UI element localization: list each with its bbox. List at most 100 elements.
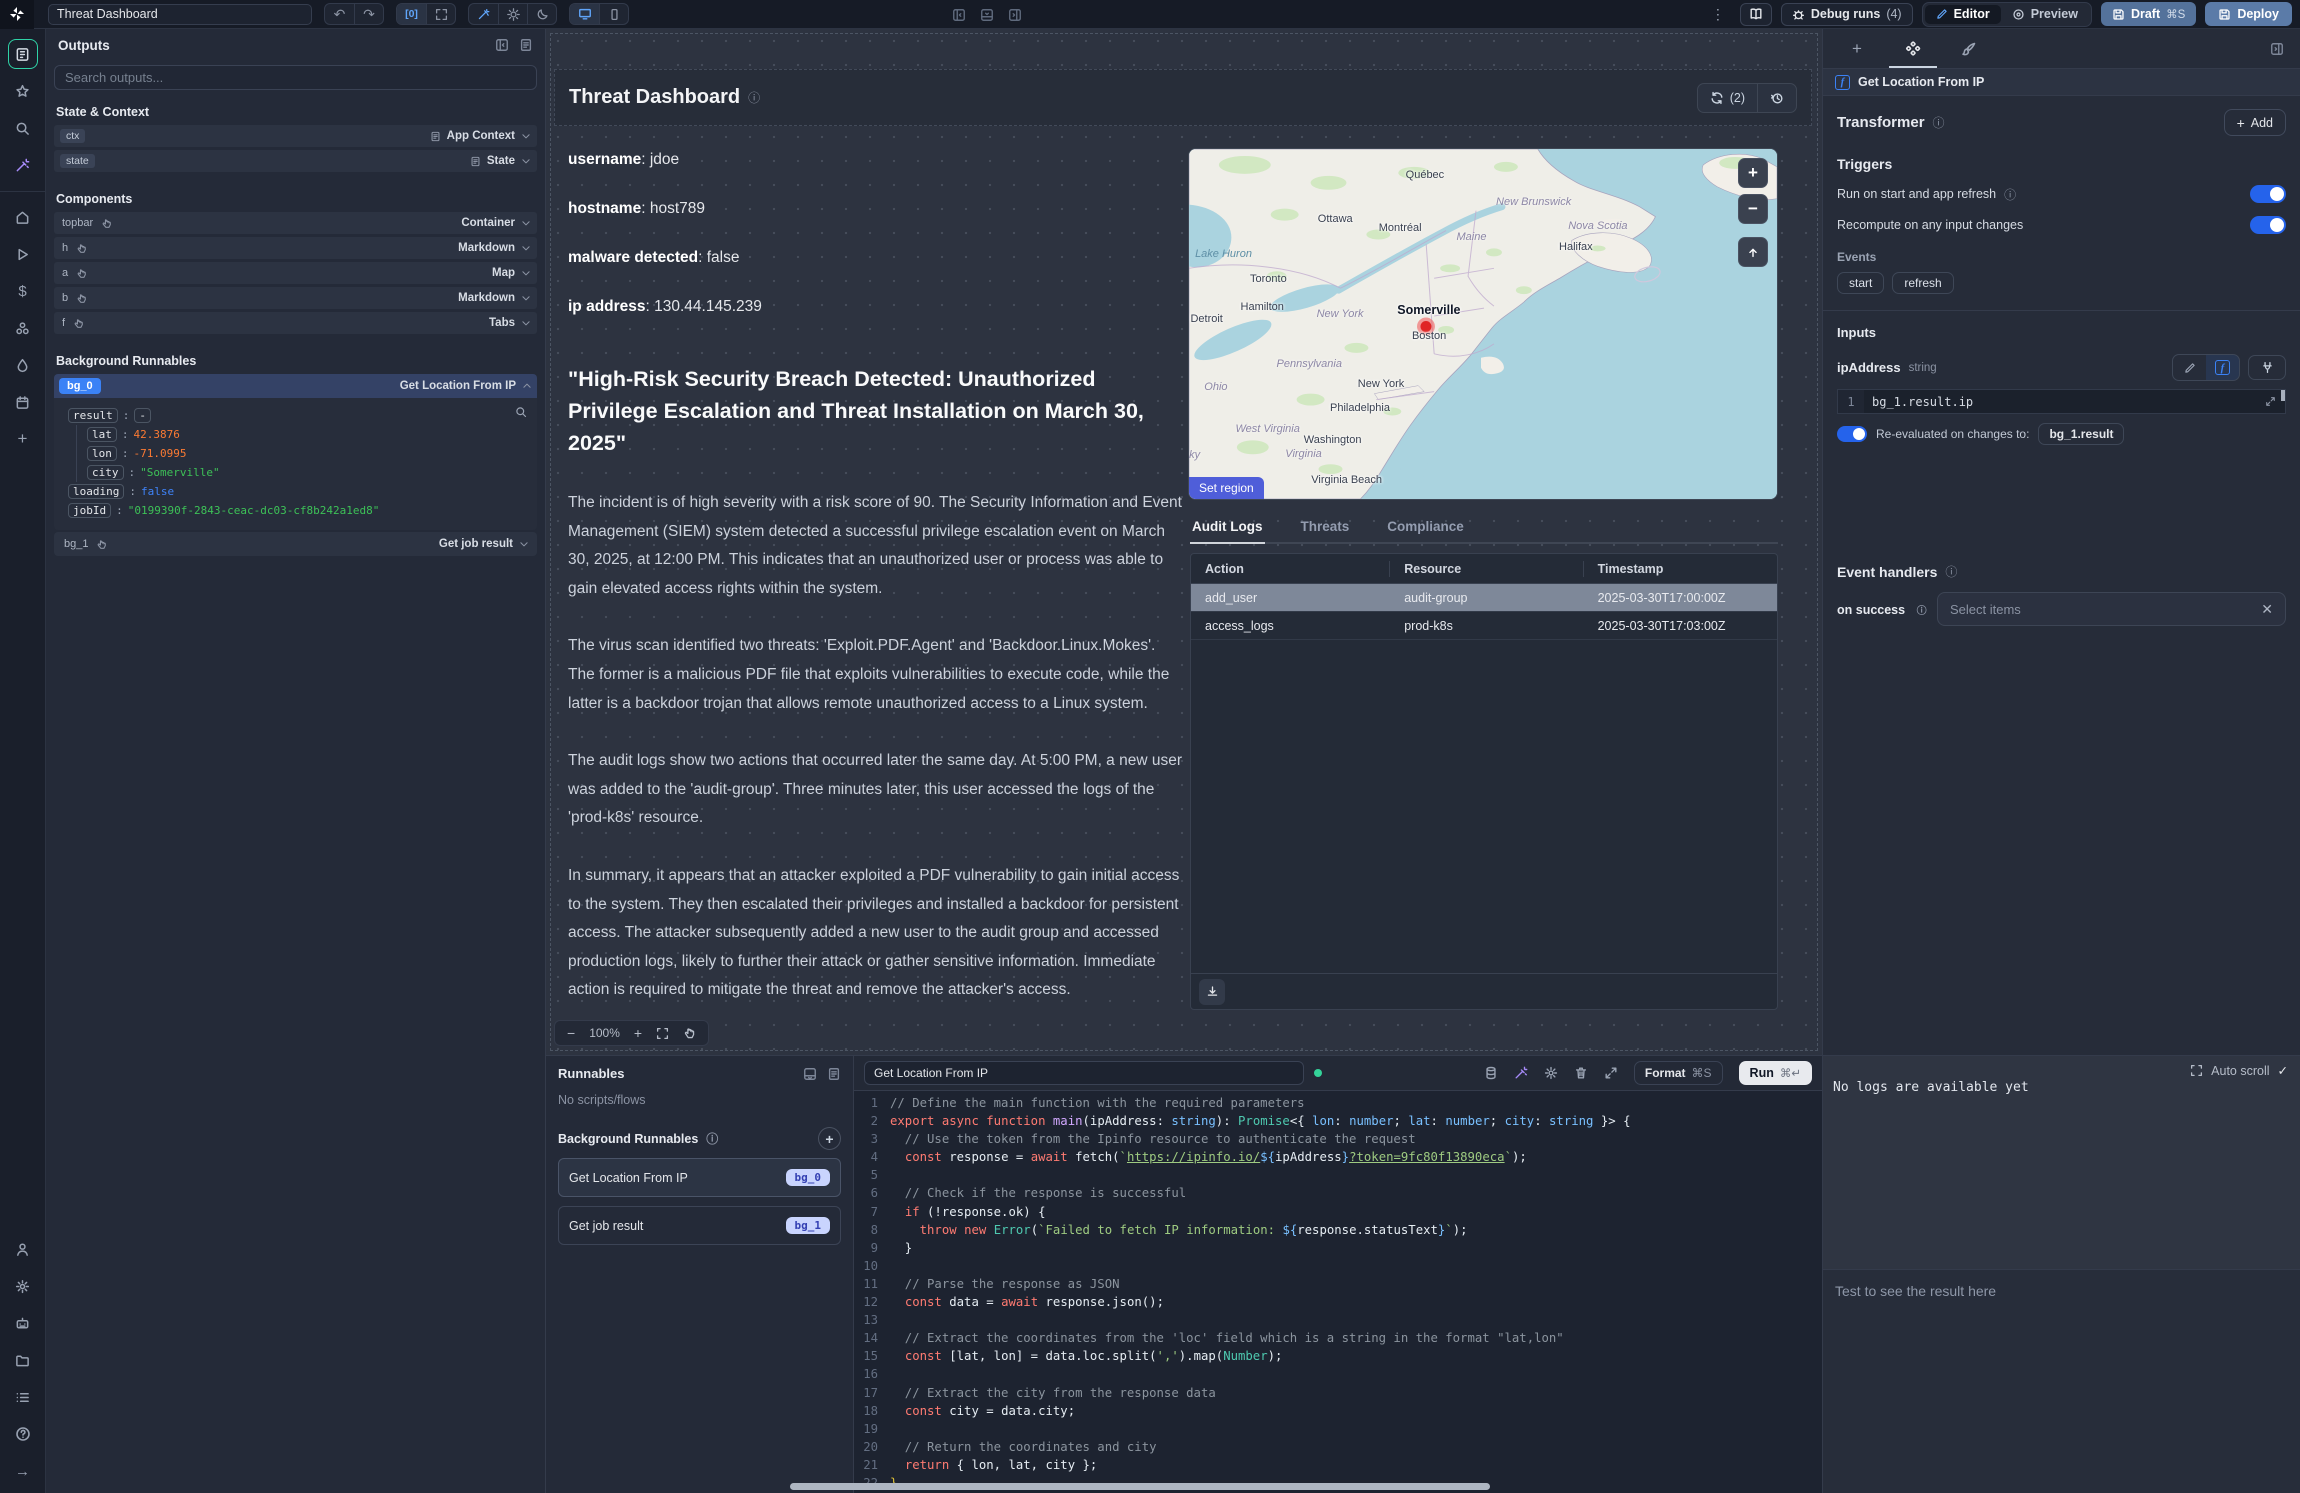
connect-input-button[interactable]: [2248, 355, 2286, 380]
code-line[interactable]: 13: [854, 1311, 1822, 1329]
zoom-in-button[interactable]: +: [634, 1025, 642, 1041]
search-nav-item[interactable]: [8, 113, 38, 143]
code-line[interactable]: 12 const data = await response.json();: [854, 1293, 1822, 1311]
code-line[interactable]: 17 // Extract the city from the response…: [854, 1384, 1822, 1402]
code-line[interactable]: 1// Define the main function with the re…: [854, 1094, 1822, 1112]
favorites-nav-item[interactable]: [8, 76, 38, 106]
static-mode-button[interactable]: [2173, 355, 2206, 380]
mobile-view-button[interactable]: [599, 3, 628, 25]
code-line[interactable]: 7 if (!response.ok) {: [854, 1203, 1822, 1221]
user-nav-item[interactable]: [8, 1234, 38, 1264]
home-nav-item[interactable]: [8, 202, 38, 232]
reeval-target-chip[interactable]: bg_1.result: [2038, 423, 2124, 445]
runnable-item[interactable]: Get job resultbg_1: [558, 1206, 841, 1245]
component-row-topbar[interactable]: topbarContainer: [54, 212, 537, 234]
trigger-toggle[interactable]: [2250, 216, 2286, 234]
logs-nav-item[interactable]: [8, 1382, 38, 1412]
chevron-down-icon[interactable]: [519, 539, 529, 549]
app-editor-nav-item[interactable]: [8, 39, 38, 69]
chevron-down-icon[interactable]: [521, 293, 531, 303]
code-line[interactable]: 2export async function main(ipAddress: s…: [854, 1112, 1822, 1130]
table-row[interactable]: add_useraudit-group2025-03-30T17:00:00Z: [1191, 584, 1777, 612]
map-reset-view-button[interactable]: [1738, 237, 1768, 267]
grid-lines-toggle[interactable]: [0]: [397, 3, 426, 25]
bg1-output-row[interactable]: bg_1 Get job result: [54, 532, 537, 556]
input-expression-editor[interactable]: 1 bg_1.result.ip: [1837, 389, 2286, 414]
collapse-inspector-icon[interactable]: [2270, 42, 2294, 56]
column-header-resource[interactable]: Resource: [1390, 561, 1583, 577]
code-line[interactable]: 9 }: [854, 1239, 1822, 1257]
set-region-button[interactable]: Set region: [1189, 477, 1264, 499]
collapse-left-panel-icon[interactable]: [952, 8, 966, 22]
zoom-out-button[interactable]: −: [567, 1025, 575, 1041]
code-line[interactable]: 3 // Use the token from the Ipinfo resou…: [854, 1130, 1822, 1148]
json-key-jobid[interactable]: jobId: [68, 503, 111, 518]
redo-button[interactable]: ↷: [354, 3, 383, 25]
code-line[interactable]: 16: [854, 1365, 1822, 1383]
chevron-down-icon[interactable]: [521, 268, 531, 278]
expand-canvas-button[interactable]: [426, 3, 455, 25]
json-search-icon[interactable]: [515, 406, 527, 418]
tab-threats[interactable]: Threats: [1299, 513, 1352, 542]
app-title-input[interactable]: [48, 4, 312, 25]
chevron-down-icon[interactable]: [521, 318, 531, 328]
expr-mode-button[interactable]: f: [2206, 355, 2239, 380]
json-key-city[interactable]: city: [87, 465, 124, 480]
docs-icon[interactable]: [827, 1067, 841, 1081]
clear-select-icon[interactable]: ✕: [2261, 601, 2273, 618]
component-row-a[interactable]: aMap: [54, 262, 537, 284]
variables-nav-item[interactable]: $: [8, 276, 38, 306]
incident-summary[interactable]: The incident is of high severity with a …: [568, 489, 1182, 1034]
magic-theme-button[interactable]: [469, 3, 498, 25]
table-row[interactable]: access_logsprod-k8s2025-03-30T17:03:00Z: [1191, 612, 1777, 640]
code-line[interactable]: 4 const response = await fetch(`https://…: [854, 1148, 1822, 1166]
json-collapse-toggle[interactable]: -: [134, 408, 151, 423]
format-button[interactable]: Format ⌘S: [1634, 1061, 1723, 1085]
editor-mode-button[interactable]: Editor: [1925, 5, 2001, 24]
add-bg-runnable-button[interactable]: +: [818, 1127, 841, 1150]
add-transformer-button[interactable]: + Add: [2224, 109, 2286, 136]
ai-gen-icon[interactable]: [1514, 1066, 1528, 1080]
component-row-b[interactable]: bMarkdown: [54, 287, 537, 309]
code-line[interactable]: 5: [854, 1166, 1822, 1184]
on-success-select[interactable]: Select items ✕: [1937, 592, 2286, 626]
app-refresh-button[interactable]: (2): [1698, 84, 1757, 112]
json-key-lon[interactable]: lon: [87, 446, 117, 461]
styling-tab[interactable]: [1941, 29, 1997, 68]
code-line[interactable]: 21 return { lon, lat, city };: [854, 1456, 1822, 1474]
app-history-button[interactable]: [1757, 84, 1796, 112]
trigger-toggle[interactable]: [2250, 185, 2286, 203]
markdown-field[interactable]: ip address: 130.44.145.239: [568, 298, 1168, 347]
debug-runs-button[interactable]: Debug runs (4): [1781, 3, 1913, 26]
chevron-down-icon[interactable]: [521, 218, 531, 228]
expand-editor-icon[interactable]: [1604, 1066, 1618, 1080]
deploy-button[interactable]: Deploy: [2205, 2, 2292, 26]
ai-bot-nav-item[interactable]: [8, 1308, 38, 1338]
insert-component-tab[interactable]: +: [1829, 29, 1885, 68]
expr-expand-icon[interactable]: [2265, 396, 2276, 407]
tab-compliance[interactable]: Compliance: [1385, 513, 1466, 542]
map-component[interactable]: QuébecOttawaMontréalNew BrunswickNova Sc…: [1188, 148, 1778, 500]
code-line[interactable]: 11 // Parse the response as JSON: [854, 1275, 1822, 1293]
help-nav-item[interactable]: [8, 1419, 38, 1449]
autoscroll-check-icon[interactable]: ✓: [2278, 1063, 2288, 1078]
logs-view[interactable]: Auto scroll ✓ No logs are available yet: [1823, 1056, 2300, 1269]
doc-list-icon[interactable]: [519, 38, 533, 52]
code-line[interactable]: 8 throw new Error(`Failed to fetch IP in…: [854, 1221, 1822, 1239]
collapse-rail-item[interactable]: →: [8, 1456, 38, 1486]
schedules-nav-item[interactable]: [8, 387, 38, 417]
light-theme-button[interactable]: [498, 3, 527, 25]
json-key-result[interactable]: result: [68, 408, 118, 423]
event-chip-start[interactable]: start: [1837, 272, 1884, 294]
ai-assistant-nav-item[interactable]: [8, 150, 38, 180]
code-line[interactable]: 20 // Return the coordinates and city: [854, 1438, 1822, 1456]
create-nav-item[interactable]: +: [8, 424, 38, 454]
markdown-field[interactable]: username: jdoe: [568, 151, 1168, 200]
chevron-down-icon[interactable]: [521, 243, 531, 253]
markdown-fields[interactable]: username: jdoehostname: host789malware d…: [568, 151, 1168, 347]
undo-button[interactable]: ↶: [325, 3, 354, 25]
windmill-logo[interactable]: [0, 0, 34, 29]
chevron-down-icon[interactable]: [521, 156, 531, 166]
folders-nav-item[interactable]: [8, 1345, 38, 1375]
reeval-toggle[interactable]: [1837, 426, 1867, 442]
